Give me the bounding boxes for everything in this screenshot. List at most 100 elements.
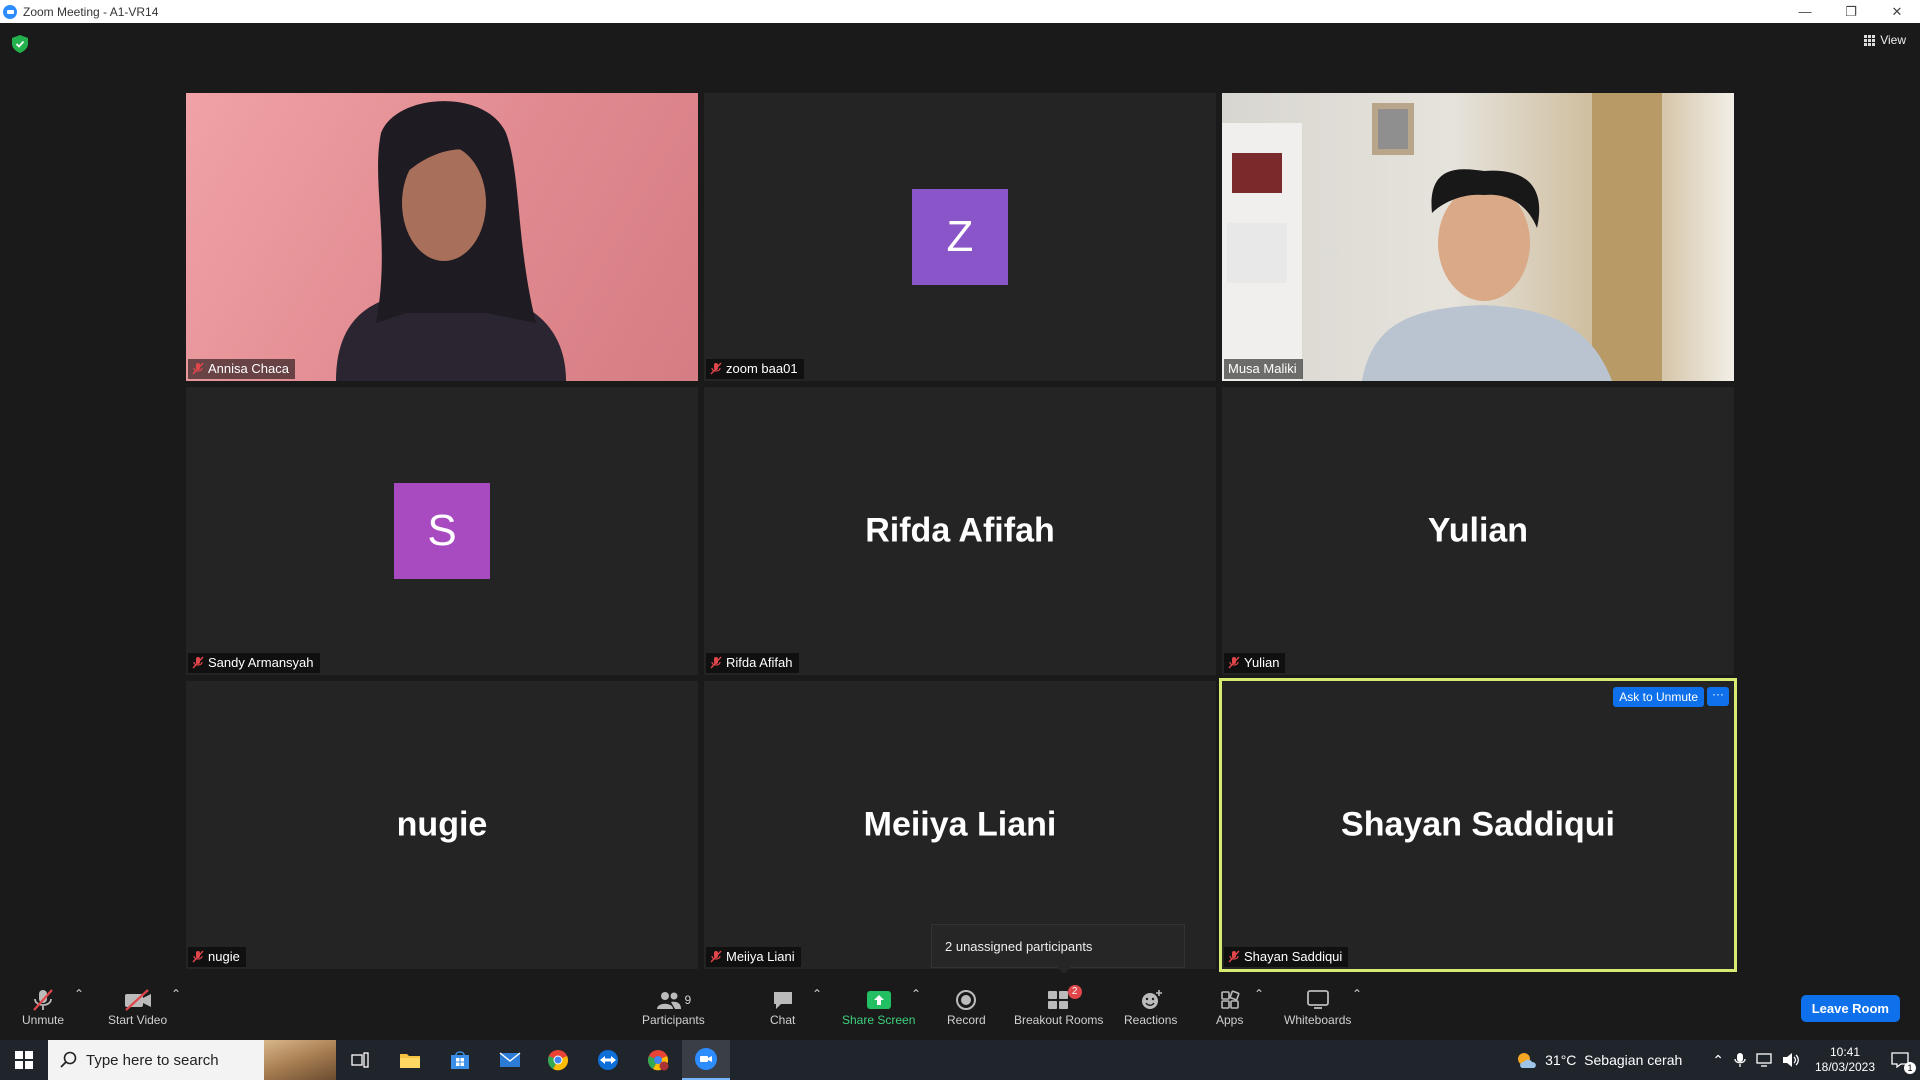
unmute-label: Unmute bbox=[22, 1013, 65, 1027]
clock-date: 18/03/2023 bbox=[1814, 1060, 1876, 1074]
participant-display-name: nugie bbox=[396, 805, 488, 844]
zoom-taskbar-button[interactable] bbox=[682, 1040, 730, 1080]
participant-display-name: Yulian bbox=[1427, 511, 1529, 550]
breakout-rooms-badge: 2 bbox=[1067, 985, 1082, 999]
task-view-icon bbox=[351, 1052, 369, 1068]
microphone-in-use-icon[interactable] bbox=[1734, 1052, 1746, 1068]
participant-video bbox=[336, 101, 566, 381]
notification-center-button[interactable]: 1 bbox=[1880, 1040, 1920, 1080]
volume-icon[interactable] bbox=[1782, 1052, 1800, 1068]
more-options-button[interactable]: ··· bbox=[1707, 687, 1729, 706]
video-off-icon bbox=[124, 989, 151, 1011]
muted-microphone-icon bbox=[192, 362, 204, 375]
view-label: View bbox=[1880, 33, 1906, 47]
leave-room-button[interactable]: Leave Room bbox=[1800, 995, 1900, 1022]
participant-name: nugie bbox=[208, 949, 240, 964]
show-hidden-icons-chevron-icon[interactable]: ⌃ bbox=[1712, 1052, 1724, 1069]
participant-name: Meiiya Liani bbox=[726, 949, 795, 964]
participant-tile[interactable]: Z zoom baa01 bbox=[704, 93, 1216, 381]
chrome-icon bbox=[548, 1050, 568, 1071]
muted-microphone-icon bbox=[192, 656, 204, 669]
muted-microphone-icon bbox=[710, 362, 722, 375]
participant-display-name: Meiiya Liani bbox=[863, 805, 1057, 844]
windows-taskbar: Type here to search 31°C Sebagian cerah … bbox=[0, 1040, 1920, 1080]
share-screen-button[interactable]: Share Screen bbox=[842, 987, 915, 1027]
participants-button[interactable]: 9 Participants bbox=[642, 987, 705, 1027]
participant-name-label: nugie bbox=[188, 947, 246, 967]
participant-name-label: Annisa Chaca bbox=[188, 359, 295, 379]
chrome-profile-button[interactable] bbox=[634, 1040, 682, 1080]
windows-logo-icon bbox=[15, 1051, 33, 1069]
active-speaker-tile[interactable]: Shayan Saddiqui Ask to Unmute ··· Shayan… bbox=[1219, 678, 1737, 972]
file-explorer-button[interactable] bbox=[386, 1040, 434, 1080]
security-shield-icon[interactable] bbox=[12, 35, 28, 53]
share-options-caret-icon[interactable]: ⌃ bbox=[911, 987, 921, 1001]
close-button[interactable]: ✕ bbox=[1874, 0, 1920, 23]
muted-microphone-icon bbox=[1228, 656, 1240, 669]
store-icon bbox=[451, 1051, 469, 1069]
ask-to-unmute-button[interactable]: Ask to Unmute bbox=[1613, 687, 1704, 707]
start-button[interactable] bbox=[0, 1040, 48, 1080]
window-title: Zoom Meeting - A1-VR14 bbox=[23, 4, 159, 19]
minimize-button[interactable]: — bbox=[1782, 0, 1828, 23]
breakout-rooms-button[interactable]: 2 Breakout Rooms bbox=[1014, 985, 1104, 1027]
search-placeholder: Type here to search bbox=[86, 1051, 219, 1069]
chat-button[interactable]: Chat bbox=[770, 987, 795, 1027]
whiteboards-button[interactable]: Whiteboards bbox=[1284, 987, 1351, 1027]
muted-microphone-icon bbox=[192, 950, 204, 963]
network-icon[interactable] bbox=[1756, 1052, 1774, 1068]
record-button[interactable]: Record bbox=[947, 987, 986, 1027]
participant-tile[interactable]: Yulian Yulian bbox=[1222, 387, 1734, 675]
apps-options-caret-icon[interactable]: ⌃ bbox=[1254, 987, 1264, 1001]
taskbar-clock[interactable]: 10:41 18/03/2023 bbox=[1810, 1045, 1880, 1075]
participant-tile[interactable]: S Sandy Armansyah bbox=[186, 387, 698, 675]
muted-microphone-icon bbox=[710, 950, 722, 963]
whiteboards-label: Whiteboards bbox=[1284, 1013, 1352, 1027]
chrome-profile-icon bbox=[648, 1050, 669, 1071]
participant-name: Yulian bbox=[1244, 655, 1280, 670]
participant-tile[interactable]: Musa Maliki bbox=[1222, 93, 1734, 381]
chat-options-caret-icon[interactable]: ⌃ bbox=[812, 987, 822, 1001]
start-video-label: Start Video bbox=[108, 1013, 168, 1027]
participant-tile[interactable]: nugie nugie bbox=[186, 681, 698, 969]
mail-button[interactable] bbox=[486, 1040, 534, 1080]
participant-name: Sandy Armansyah bbox=[208, 655, 314, 670]
zoom-logo-icon bbox=[3, 4, 17, 19]
chat-label: Chat bbox=[770, 1013, 796, 1027]
participant-name: zoom baa01 bbox=[726, 361, 798, 376]
task-view-button[interactable] bbox=[336, 1040, 384, 1080]
view-button[interactable]: View bbox=[1864, 33, 1906, 47]
taskbar-search-box[interactable]: Type here to search bbox=[48, 1040, 336, 1080]
teamviewer-icon bbox=[598, 1050, 618, 1070]
chrome-button[interactable] bbox=[534, 1040, 582, 1080]
participant-name: Shayan Saddiqui bbox=[1244, 949, 1343, 964]
record-label: Record bbox=[947, 1013, 986, 1027]
unmute-button[interactable]: Unmute bbox=[22, 987, 64, 1027]
whiteboards-options-caret-icon[interactable]: ⌃ bbox=[1352, 987, 1362, 1001]
reactions-button[interactable]: Reactions bbox=[1124, 987, 1177, 1027]
meeting-window: View Annisa Chaca Z zoom baa01 Musa Mali… bbox=[0, 23, 1920, 1040]
start-video-button[interactable]: Start Video bbox=[108, 987, 167, 1027]
weather-text[interactable]: 31°C Sebagian cerah bbox=[1545, 1052, 1682, 1068]
video-options-caret-icon[interactable]: ⌃ bbox=[171, 987, 181, 1001]
folder-icon bbox=[400, 1054, 420, 1068]
microsoft-store-button[interactable] bbox=[436, 1040, 484, 1080]
participants-count: 9 bbox=[684, 993, 692, 1007]
audio-options-caret-icon[interactable]: ⌃ bbox=[74, 987, 84, 1001]
weather-partly-cloudy-icon bbox=[1518, 1053, 1537, 1068]
participant-name: Musa Maliki bbox=[1228, 361, 1297, 376]
record-icon bbox=[956, 990, 977, 1010]
muted-microphone-icon bbox=[710, 656, 722, 669]
participant-name-label: zoom baa01 bbox=[706, 359, 804, 379]
apps-button[interactable]: Apps bbox=[1216, 987, 1243, 1027]
muted-microphone-icon bbox=[33, 989, 53, 1011]
whiteboard-icon bbox=[1306, 990, 1329, 1009]
participant-tile[interactable]: Rifda Afifah Rifda Afifah bbox=[704, 387, 1216, 675]
participant-tile[interactable]: Annisa Chaca bbox=[186, 93, 698, 381]
participant-name-label: Sandy Armansyah bbox=[188, 653, 320, 673]
breakout-rooms-label: Breakout Rooms bbox=[1014, 1013, 1104, 1027]
zoom-app-icon bbox=[695, 1048, 717, 1070]
restore-button[interactable]: ❐ bbox=[1828, 0, 1874, 23]
participant-name: Rifda Afifah bbox=[726, 655, 793, 670]
teamviewer-button[interactable] bbox=[584, 1040, 632, 1080]
